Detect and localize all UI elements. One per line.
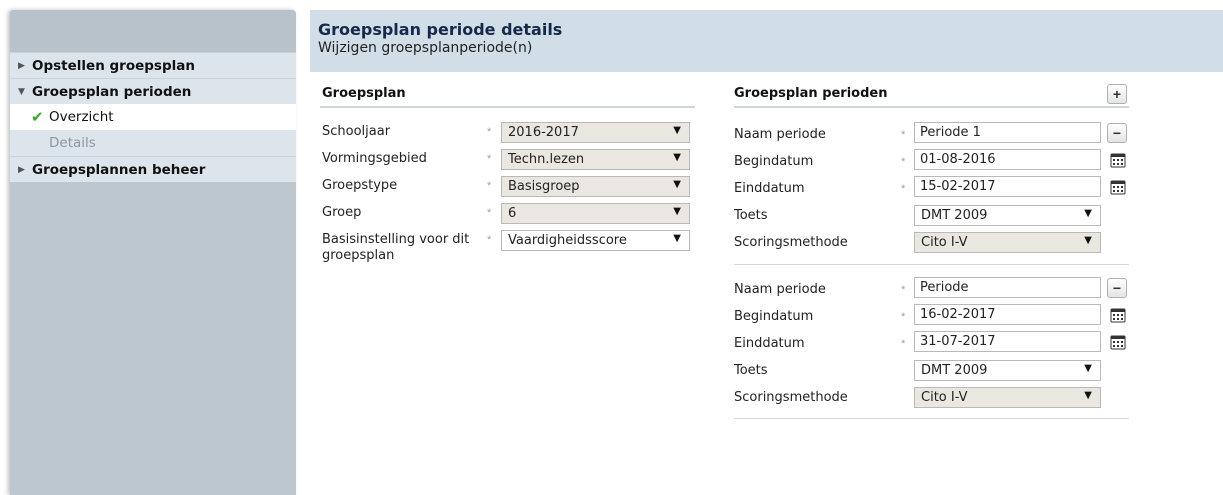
schooljaar-select[interactable]: 2016-2017 ▼ — [501, 122, 690, 143]
scoringsmethode-select[interactable]: Cito I-V ▼ — [914, 232, 1101, 253]
remove-period-button[interactable]: − — [1107, 123, 1127, 143]
required-marker: * — [487, 234, 492, 246]
triangle-right-icon: ▶ — [18, 60, 25, 71]
select-value: Techn.lezen — [508, 152, 585, 167]
dropdown-arrow-icon: ▼ — [673, 152, 681, 163]
dropdown-arrow-icon: ▼ — [1084, 208, 1092, 219]
sidebar-group-label: Groepsplannen beheer — [32, 161, 206, 178]
vormingsgebied-select[interactable]: Techn.lezen ▼ — [501, 149, 690, 170]
begindatum-label: Begindatum — [734, 154, 814, 169]
dropdown-arrow-icon: ▼ — [673, 125, 681, 136]
period-divider — [734, 418, 1129, 419]
toets-label: Toets — [734, 363, 768, 378]
einddatum-input[interactable] — [914, 331, 1101, 352]
section-title-groepsplan: Groepsplan — [322, 86, 406, 101]
section-title-perioden: Groepsplan perioden — [734, 86, 888, 101]
select-value: DMT 2009 — [921, 208, 988, 223]
select-value: Basisgroep — [508, 179, 580, 194]
minus-icon: − — [1112, 125, 1122, 141]
sidebar-group-opstellen-groepsplan[interactable]: ▶ Opstellen groepsplan — [10, 52, 296, 78]
section-divider — [734, 106, 1129, 108]
remove-period-button[interactable]: − — [1107, 278, 1127, 298]
groep-select[interactable]: 6 ▼ — [501, 203, 690, 224]
begindatum-input[interactable] — [914, 304, 1101, 325]
required-marker: * — [487, 153, 492, 165]
sidebar-item-label: Details — [49, 135, 96, 151]
required-marker: * — [487, 207, 492, 219]
groepstype-label: Groepstype — [322, 178, 398, 193]
toets-label: Toets — [734, 208, 768, 223]
dropdown-arrow-icon: ▼ — [1084, 235, 1092, 246]
add-period-button[interactable]: + — [1107, 84, 1127, 104]
calendar-icon[interactable] — [1110, 307, 1126, 323]
plus-icon: + — [1112, 86, 1122, 102]
label-line: Basisinstelling voor dit — [322, 232, 470, 247]
sidebar-group-label: Groepsplan perioden — [32, 83, 192, 100]
scoringsmethode-select[interactable]: Cito I-V ▼ — [914, 387, 1101, 408]
page-title: Groepsplan periode details — [318, 20, 563, 39]
scoringsmethode-label: Scoringsmethode — [734, 235, 848, 250]
period-divider — [734, 264, 1129, 265]
required-marker: * — [901, 338, 906, 350]
main-content: Groepsplan periode details Wijzigen groe… — [310, 10, 1223, 495]
sidebar-item-overzicht[interactable]: ✔ Overzicht — [10, 104, 296, 130]
sidebar-group-label: Opstellen groepsplan — [32, 57, 195, 74]
dropdown-arrow-icon: ▼ — [1084, 390, 1092, 401]
sidebar-group-groepsplannen-beheer[interactable]: ▶ Groepsplannen beheer — [10, 156, 296, 182]
naam-periode-label: Naam periode — [734, 127, 826, 142]
schooljaar-label: Schooljaar — [322, 124, 391, 139]
section-divider — [320, 106, 695, 108]
einddatum-label: Einddatum — [734, 336, 805, 351]
page-header: Groepsplan periode details Wijzigen groe… — [310, 10, 1223, 72]
triangle-down-icon: ▼ — [18, 86, 25, 97]
dropdown-arrow-icon: ▼ — [673, 179, 681, 190]
select-value: Vaardigheidsscore — [508, 233, 627, 248]
required-marker: * — [901, 183, 906, 195]
calendar-icon[interactable] — [1110, 179, 1126, 195]
required-marker: * — [901, 284, 906, 296]
naam-periode-input[interactable] — [914, 277, 1101, 298]
minus-icon: − — [1112, 280, 1122, 296]
label-line: groepsplan — [322, 248, 395, 263]
select-value: Cito I-V — [921, 390, 968, 405]
required-marker: * — [901, 311, 906, 323]
required-marker: * — [487, 180, 492, 192]
basisinstelling-select[interactable]: Vaardigheidsscore ▼ — [501, 230, 690, 251]
calendar-icon[interactable] — [1110, 334, 1126, 350]
naam-periode-input[interactable] — [914, 122, 1101, 143]
groepstype-select[interactable]: Basisgroep ▼ — [501, 176, 690, 197]
scoringsmethode-label: Scoringsmethode — [734, 390, 848, 405]
required-marker: * — [487, 126, 492, 138]
sidebar-header — [10, 10, 296, 52]
einddatum-label: Einddatum — [734, 181, 805, 196]
select-value: Cito I-V — [921, 235, 968, 250]
sidebar: ▶ Opstellen groepsplan ▼ Groepsplan peri… — [10, 10, 296, 495]
checkmark-icon: ✔ — [31, 108, 44, 126]
sidebar-item-label: Overzicht — [49, 109, 114, 125]
required-marker: * — [901, 129, 906, 141]
sidebar-item-details[interactable]: Details — [10, 130, 296, 156]
groep-label: Groep — [322, 205, 362, 220]
dropdown-arrow-icon: ▼ — [673, 206, 681, 217]
page-subtitle: Wijzigen groepsplanperiode(n) — [318, 40, 533, 56]
toets-select[interactable]: DMT 2009 ▼ — [914, 360, 1101, 381]
dropdown-arrow-icon: ▼ — [673, 233, 681, 244]
calendar-icon[interactable] — [1110, 152, 1126, 168]
select-value: DMT 2009 — [921, 363, 988, 378]
naam-periode-label: Naam periode — [734, 282, 826, 297]
toets-select[interactable]: DMT 2009 ▼ — [914, 205, 1101, 226]
select-value: 6 — [508, 206, 517, 221]
basisinstelling-label: Basisinstelling voor dit groepsplan — [322, 232, 469, 264]
einddatum-input[interactable] — [914, 176, 1101, 197]
vormingsgebied-label: Vormingsgebied — [322, 151, 427, 166]
triangle-right-icon: ▶ — [18, 164, 25, 175]
sidebar-group-groepsplan-perioden[interactable]: ▼ Groepsplan perioden — [10, 78, 296, 104]
dropdown-arrow-icon: ▼ — [1084, 363, 1092, 374]
begindatum-label: Begindatum — [734, 309, 814, 324]
required-marker: * — [901, 156, 906, 168]
select-value: 2016-2017 — [508, 125, 579, 140]
begindatum-input[interactable] — [914, 149, 1101, 170]
